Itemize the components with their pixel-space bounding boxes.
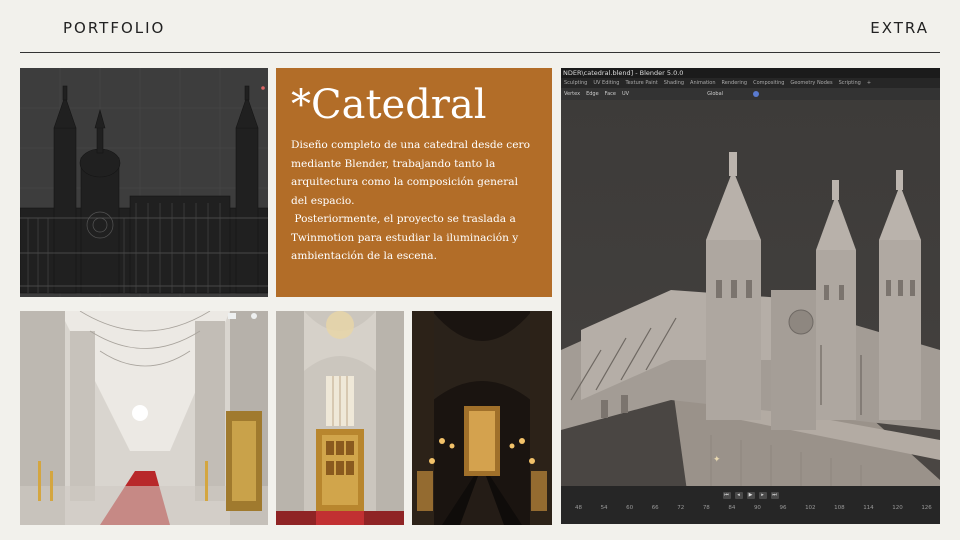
tick-label: 54 bbox=[600, 505, 608, 511]
tick-label: 90 bbox=[753, 505, 761, 511]
project-description-card: *Catedral Diseño completo de una catedra… bbox=[276, 68, 552, 297]
menu-edge[interactable]: Edge bbox=[586, 91, 599, 97]
tick-label: 78 bbox=[702, 505, 710, 511]
tab-compositing[interactable]: Compositing bbox=[753, 78, 784, 88]
project-title: *Catedral bbox=[291, 82, 487, 128]
tick-label: 120 bbox=[892, 505, 903, 511]
menu-face[interactable]: Face bbox=[605, 91, 616, 97]
jump-end-icon[interactable]: ⏭ bbox=[770, 491, 779, 499]
blender-header-toolbar: Vertex Edge Face UV Global bbox=[561, 88, 940, 100]
interior-render-day-image bbox=[20, 311, 268, 525]
header-portfolio: PORTFOLIO bbox=[63, 19, 166, 37]
tab-shading[interactable]: Shading bbox=[664, 78, 684, 88]
tab-animation[interactable]: Animation bbox=[690, 78, 716, 88]
next-keyframe-icon[interactable]: ▸ bbox=[758, 491, 767, 499]
tick-label: 84 bbox=[728, 505, 736, 511]
tab-geometry-nodes[interactable]: Geometry Nodes bbox=[790, 78, 832, 88]
tick-label: 48 bbox=[575, 505, 582, 511]
blender-title-bar: NDER\catedral.blend] - Blender 5.0.0 bbox=[561, 68, 940, 78]
playback-controls: ⏮ ◂ ▶ ▸ ⏭ bbox=[561, 489, 940, 501]
menu-vertex[interactable]: Vertex bbox=[564, 91, 580, 97]
tick-label: 96 bbox=[779, 505, 787, 511]
tick-label: 60 bbox=[626, 505, 634, 511]
tab-rendering[interactable]: Rendering bbox=[722, 78, 748, 88]
interior-render-altar-image bbox=[276, 311, 404, 525]
menu-uv[interactable]: UV bbox=[622, 91, 629, 97]
wireframe-front-view-image bbox=[20, 68, 268, 297]
description-paragraph-1: Diseño completo de una catedral desde ce… bbox=[291, 139, 530, 207]
blender-3d-viewport[interactable]: ✦ bbox=[561, 100, 940, 524]
description-paragraph-2: Posteriormente, el proyecto se traslada … bbox=[291, 213, 519, 262]
interior-render-night-image bbox=[412, 311, 552, 525]
blender-window-screenshot: NDER\catedral.blend] - Blender 5.0.0 Scu… bbox=[561, 68, 940, 524]
tick-label: 108 bbox=[834, 505, 845, 511]
tick-label: 114 bbox=[863, 505, 874, 511]
tick-label: 66 bbox=[651, 505, 659, 511]
timeline-frame-ticks: 48 54 60 66 72 78 84 90 96 102 108 114 1… bbox=[561, 505, 940, 515]
tick-label: 72 bbox=[677, 505, 685, 511]
svg-text:✦: ✦ bbox=[713, 455, 721, 465]
tab-uv-editing[interactable]: UV Editing bbox=[593, 78, 619, 88]
header-extra: EXTRA bbox=[870, 19, 929, 37]
orientation-dropdown[interactable]: Global bbox=[707, 91, 723, 97]
snap-icon[interactable] bbox=[753, 91, 760, 97]
tick-label: 102 bbox=[805, 505, 816, 511]
add-workspace-button[interactable]: + bbox=[867, 78, 871, 88]
header-divider bbox=[20, 52, 940, 53]
tick-label: 126 bbox=[921, 505, 932, 511]
tab-sculpting[interactable]: Sculpting bbox=[564, 78, 587, 88]
play-icon[interactable]: ▶ bbox=[746, 491, 755, 499]
blender-workspace-tabs: Sculpting UV Editing Texture Paint Shadi… bbox=[561, 78, 940, 88]
prev-keyframe-icon[interactable]: ◂ bbox=[734, 491, 743, 499]
jump-start-icon[interactable]: ⏮ bbox=[722, 491, 731, 499]
tab-scripting[interactable]: Scripting bbox=[839, 78, 861, 88]
tab-texture-paint[interactable]: Texture Paint bbox=[625, 78, 657, 88]
blender-timeline[interactable]: ⏮ ◂ ▶ ▸ ⏭ 48 54 60 66 72 78 84 90 96 102… bbox=[561, 486, 940, 524]
